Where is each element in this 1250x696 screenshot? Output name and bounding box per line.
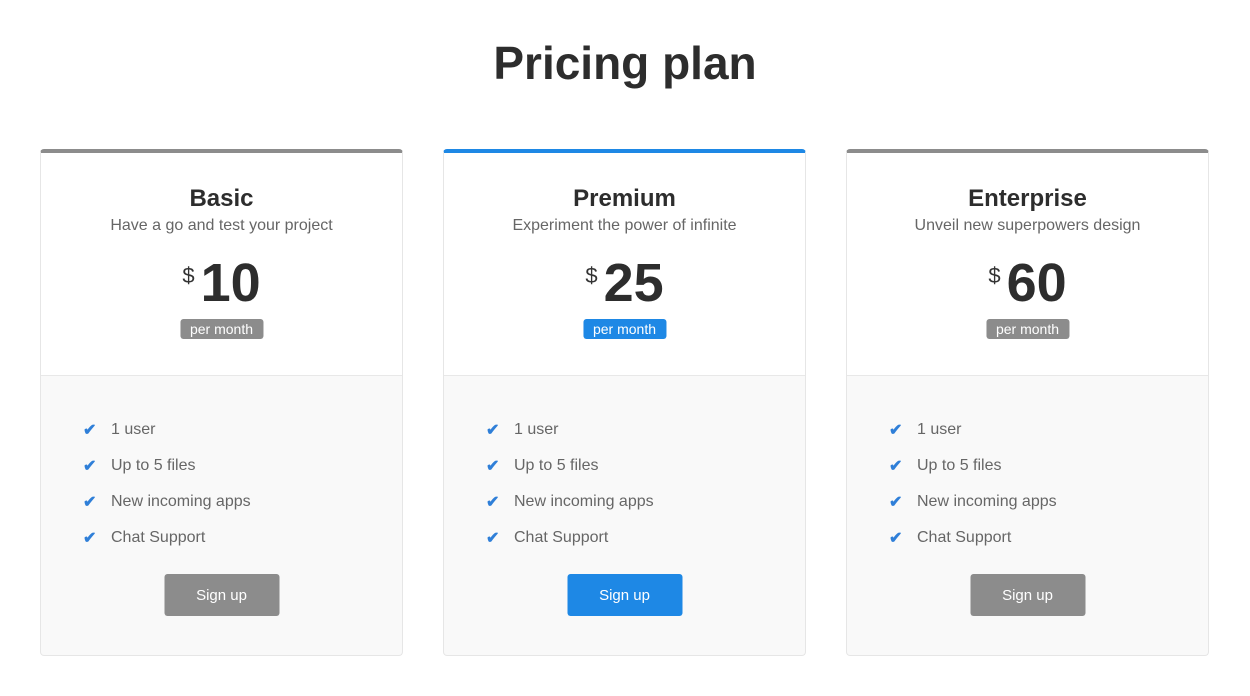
check-icon: ✔: [889, 530, 903, 547]
plan-name: Premium: [573, 185, 676, 212]
price-amount: 10: [200, 253, 261, 313]
feature-label: New incoming apps: [917, 493, 1057, 510]
page-title: Pricing plan: [493, 37, 757, 89]
feature-label: Up to 5 files: [111, 457, 196, 474]
plan-price: $60: [847, 253, 1208, 313]
check-icon: ✔: [486, 458, 500, 475]
currency-symbol: $: [988, 263, 1001, 288]
check-icon: ✔: [486, 530, 500, 547]
check-icon: ✔: [83, 458, 97, 475]
check-icon: ✔: [889, 494, 903, 511]
plan-subtitle: Experiment the power of infinite: [512, 217, 737, 234]
check-icon: ✔: [889, 422, 903, 439]
plan-price: $25: [444, 253, 805, 313]
feature-item: ✔ Chat Support: [83, 520, 251, 556]
feature-label: 1 user: [111, 421, 156, 438]
feature-item: ✔ Up to 5 files: [83, 448, 251, 484]
price-amount: 25: [603, 253, 664, 313]
pricing-card-basic: Basic Have a go and test your project $1…: [40, 149, 403, 656]
check-icon: ✔: [889, 458, 903, 475]
sign-up-button[interactable]: Sign up: [164, 574, 279, 616]
feature-label: New incoming apps: [111, 493, 251, 510]
feature-item: ✔ Chat Support: [486, 520, 654, 556]
check-icon: ✔: [83, 530, 97, 547]
card-header: Premium Experiment the power of infinite…: [444, 153, 805, 376]
feature-item: ✔ New incoming apps: [486, 484, 654, 520]
sign-up-button[interactable]: Sign up: [567, 574, 682, 616]
pricing-card-premium: Premium Experiment the power of infinite…: [443, 149, 806, 656]
feature-item: ✔ 1 user: [486, 412, 654, 448]
feature-list: ✔ 1 user ✔ Up to 5 files ✔ New incoming apps ✔…: [486, 412, 654, 556]
feature-label: Chat Support: [514, 529, 609, 546]
feature-item: ✔ Up to 5 files: [889, 448, 1057, 484]
feature-item: ✔ Up to 5 files: [486, 448, 654, 484]
plan-subtitle: Unveil new superpowers design: [914, 217, 1141, 234]
card-header: Enterprise Unveil new superpowers design…: [847, 153, 1208, 376]
feature-list: ✔ 1 user ✔ Up to 5 files ✔ New incoming apps ✔…: [889, 412, 1057, 556]
period-badge: per month: [179, 319, 264, 339]
feature-item: ✔ Chat Support: [889, 520, 1057, 556]
sign-up-button[interactable]: Sign up: [970, 574, 1085, 616]
feature-label: Up to 5 files: [917, 457, 1002, 474]
card-header: Basic Have a go and test your project $1…: [41, 153, 402, 376]
feature-label: 1 user: [917, 421, 962, 438]
plan-subtitle: Have a go and test your project: [110, 217, 333, 234]
pricing-card-enterprise: Enterprise Unveil new superpowers design…: [846, 149, 1209, 656]
feature-label: New incoming apps: [514, 493, 654, 510]
feature-list: ✔ 1 user ✔ Up to 5 files ✔ New incoming apps ✔…: [83, 412, 251, 556]
feature-item: ✔ New incoming apps: [889, 484, 1057, 520]
feature-label: Up to 5 files: [514, 457, 599, 474]
period-badge: per month: [582, 319, 667, 339]
feature-item: ✔ 1 user: [889, 412, 1057, 448]
check-icon: ✔: [486, 494, 500, 511]
check-icon: ✔: [486, 422, 500, 439]
currency-symbol: $: [585, 263, 598, 288]
plan-price: $10: [41, 253, 402, 313]
feature-label: Chat Support: [111, 529, 206, 546]
feature-item: ✔ 1 user: [83, 412, 251, 448]
feature-label: Chat Support: [917, 529, 1012, 546]
period-badge: per month: [985, 319, 1070, 339]
check-icon: ✔: [83, 422, 97, 439]
price-amount: 60: [1006, 253, 1067, 313]
plan-name: Basic: [189, 185, 254, 212]
plan-name: Enterprise: [968, 185, 1087, 212]
feature-label: 1 user: [514, 421, 559, 438]
check-icon: ✔: [83, 494, 97, 511]
feature-item: ✔ New incoming apps: [83, 484, 251, 520]
currency-symbol: $: [182, 263, 195, 288]
